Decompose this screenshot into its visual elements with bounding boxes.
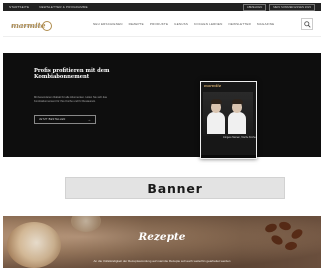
nav-item-genuss[interactable]: GENUSS — [174, 22, 188, 26]
main-nav: NEU ERSCHIENEN REZEPTE PRODUKTE GENUSS K… — [93, 22, 274, 26]
magazine-cover-footer — [201, 155, 256, 158]
rezepte-teaser[interactable]: Rezepte An die Vollständigkeit der Rezep… — [3, 216, 321, 268]
nav-item-rezepte[interactable]: REZEPTE — [129, 22, 144, 26]
hero-title: Profis profitieren mit dem Kombiabonneme… — [34, 68, 110, 81]
order-button-label: JETZT BESTELLEN — [39, 118, 66, 121]
banner-label: Banner — [147, 180, 203, 196]
arrow-right-icon: → — [87, 117, 91, 122]
nav-item-kochen[interactable]: KOCHEN LERNEN — [194, 22, 222, 26]
rezepte-subtitle: An die Vollständigkeit der Rezeptsammlun… — [93, 259, 231, 263]
nav-item-produkte[interactable]: PRODUKTE — [150, 22, 168, 26]
top-utility-bar: STARTSEITE NEWSLETTER & PROGRAMME ABMELD… — [3, 3, 321, 11]
nav-item-neu[interactable]: NEU ERSCHIENEN — [93, 22, 123, 26]
hero-description: Mit besonderem Rabatt für alle Abonnente… — [34, 96, 107, 103]
topbar-right-group: ABMELDEN MEIN SOMMER-ESSEN 2023 — [242, 3, 315, 11]
magazine-cover-caption: Jüngere Namen, frische Küche — [223, 136, 256, 139]
magazine-cover[interactable]: marmite Jüngere Namen, frische Küche — [200, 81, 257, 159]
site-header: marmite DIE KOCHZEITSCHRIFT NEU ERSCHIEN… — [3, 11, 321, 37]
magazine-cover-title: marmite — [204, 84, 222, 88]
order-button[interactable]: JETZT BESTELLEN → — [34, 115, 96, 124]
hero-section: Profis profitieren mit dem Kombiabonneme… — [3, 53, 321, 159]
account-button[interactable]: MEIN SOMMER-ESSEN 2023 — [269, 3, 315, 11]
topbar-link-newsletter[interactable]: NEWSLETTER & PROGRAMME — [39, 5, 88, 9]
topbar-link-home[interactable]: STARTSEITE — [9, 5, 29, 9]
search-icon — [303, 20, 311, 28]
logout-button[interactable]: ABMELDEN — [242, 3, 267, 11]
nav-item-newsletter[interactable]: NEWSLETTER — [229, 22, 252, 26]
logo[interactable]: marmite DIE KOCHZEITSCHRIFT — [11, 15, 55, 33]
search-button[interactable] — [301, 18, 313, 30]
logo-badge-icon — [42, 20, 52, 31]
logo-subtitle: DIE KOCHZEITSCHRIFT — [11, 24, 44, 28]
nav-item-magazine[interactable]: MAGAZINE — [257, 22, 274, 26]
rezepte-title: Rezepte — [138, 231, 186, 243]
magazine-cover-photo — [203, 92, 253, 136]
banner-placeholder[interactable]: Banner — [65, 177, 285, 199]
page: STARTSEITE NEWSLETTER & PROGRAMME ABMELD… — [3, 3, 321, 268]
